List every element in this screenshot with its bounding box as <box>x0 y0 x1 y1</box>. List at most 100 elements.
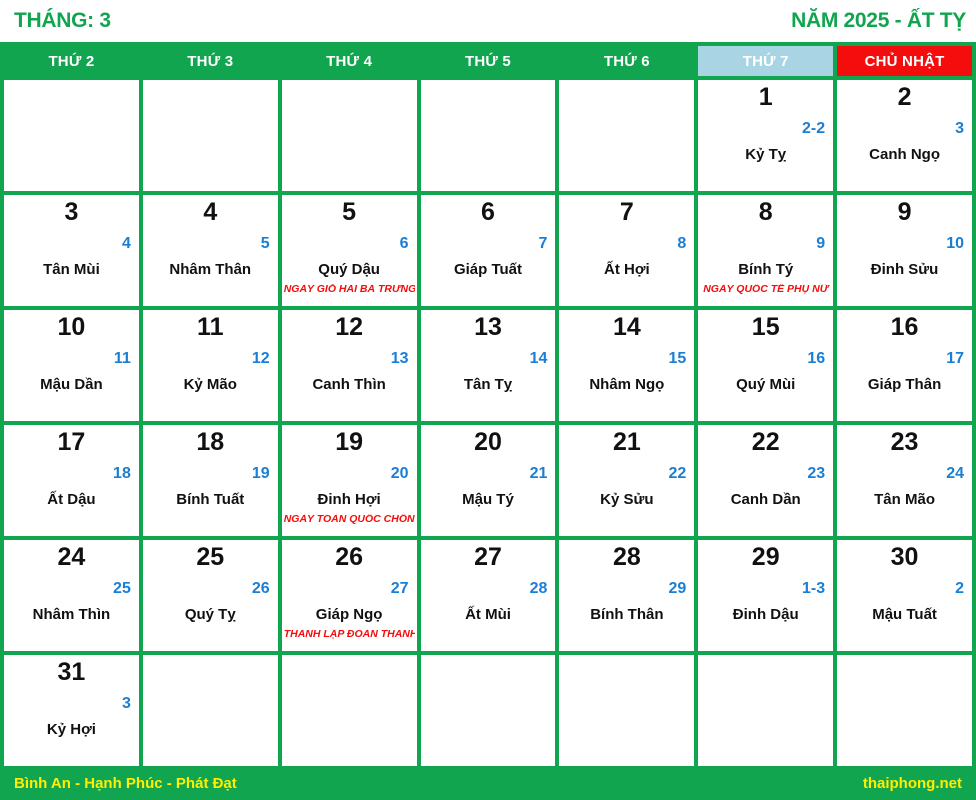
weekday-header-6: THỨ 7 <box>698 46 834 76</box>
day-cell-empty <box>4 80 139 191</box>
day-cell-27[interactable]: 27 28 Ất Mùi <box>420 540 556 651</box>
lunar-day-number: 8 <box>677 235 687 252</box>
lunar-day-number: 2 <box>955 580 964 597</box>
day-cell-29[interactable]: 29 1-3 Đinh Dậu <box>698 540 834 651</box>
solar-day-number: 17 <box>57 428 86 456</box>
day-cell-20[interactable]: 20 21 Mậu Tý <box>420 425 556 536</box>
can-chi-label: Đinh Sửu <box>870 261 939 278</box>
lunar-day-number: 28 <box>529 580 548 597</box>
day-cell-31[interactable]: 31 3 Kỷ Hợi <box>4 655 139 766</box>
day-cell-14[interactable]: 14 15 Nhâm Ngọ <box>559 310 695 421</box>
solar-day-number: 29 <box>751 543 780 571</box>
can-chi-label: Bính Thân <box>590 606 664 623</box>
solar-day-number: 23 <box>890 428 919 456</box>
solar-day-number: 31 <box>57 658 86 686</box>
lunar-day-number: 11 <box>113 350 131 367</box>
day-cell-16[interactable]: 16 17 Giáp Thân <box>837 310 972 421</box>
day-cell-empty <box>281 80 417 191</box>
day-cell-15[interactable]: 15 16 Quý Mùi <box>698 310 834 421</box>
solar-day-number: 5 <box>342 198 357 226</box>
day-cell-30[interactable]: 30 2 Mậu Tuất <box>837 540 972 651</box>
day-cell-10[interactable]: 10 11 Mậu Dần <box>4 310 139 421</box>
lunar-day-number: 24 <box>946 465 964 482</box>
lunar-day-number: 3 <box>955 120 964 137</box>
day-cell-empty <box>420 80 556 191</box>
can-chi-label: Ất Hợi <box>604 261 650 278</box>
day-cell-28[interactable]: 28 29 Bính Thân <box>559 540 695 651</box>
day-cell-9[interactable]: 9 10 Đinh Sửu <box>837 195 972 306</box>
can-chi-label: Canh Thìn <box>312 376 386 393</box>
day-cell-26[interactable]: 26 27 Giáp Ngọ THÀNH LẬP ĐOÀN THANH NIÊN <box>281 540 417 651</box>
lunar-day-number: 4 <box>121 235 131 252</box>
day-cell-empty <box>698 655 834 766</box>
day-cell-22[interactable]: 22 23 Canh Dần <box>698 425 834 536</box>
can-chi-label: Bính Tý <box>738 261 794 278</box>
can-chi-label: Ất Mùi <box>465 606 511 623</box>
solar-day-number: 9 <box>897 198 912 226</box>
solar-day-number: 10 <box>57 313 86 341</box>
solar-day-number: 18 <box>196 428 225 456</box>
year-title: NĂM 2025 - ẤT TỴ <box>791 9 966 32</box>
solar-day-number: 21 <box>612 428 641 456</box>
lunar-day-number: 29 <box>668 580 687 597</box>
can-chi-label: Tân Mùi <box>43 261 100 278</box>
day-cell-19[interactable]: 19 20 Đinh Hợi NGÀY TOÀN QUỐC CHỐNG MỸ <box>281 425 417 536</box>
solar-day-number: 8 <box>758 198 773 226</box>
day-cell-11[interactable]: 11 12 Kỷ Mão <box>142 310 278 421</box>
can-chi-label: Đinh Hợi <box>317 491 381 508</box>
solar-day-number: 11 <box>197 313 224 341</box>
solar-day-number: 16 <box>890 313 919 341</box>
solar-day-number: 25 <box>196 543 225 571</box>
day-cell-empty <box>281 655 417 766</box>
day-cell-8[interactable]: 8 9 Bính Tý NGÀY QUỐC TẾ PHỤ NỮ <box>698 195 834 306</box>
day-cell-6[interactable]: 6 7 Giáp Tuất <box>420 195 556 306</box>
can-chi-label: Kỷ Hợi <box>46 721 96 738</box>
lunar-day-number: 17 <box>946 350 964 367</box>
can-chi-label: Nhâm Thân <box>169 261 252 278</box>
solar-day-number: 22 <box>751 428 780 456</box>
weekday-header-2: THỨ 3 <box>142 46 278 76</box>
day-cell-21[interactable]: 21 22 Kỷ Sửu <box>559 425 695 536</box>
day-cell-5[interactable]: 5 6 Quý Dậu NGÀY GIỖ HAI BÀ TRƯNG <box>281 195 417 306</box>
lunar-day-number: 26 <box>251 580 270 597</box>
day-cell-1[interactable]: 1 2-2 Kỷ Tỵ <box>698 80 834 191</box>
can-chi-label: Nhâm Ngọ <box>589 376 665 393</box>
lunar-day-number: 3 <box>121 695 131 712</box>
solar-day-number: 2 <box>897 83 912 111</box>
lunar-day-number: 9 <box>816 235 826 252</box>
day-cell-18[interactable]: 18 19 Bính Tuất <box>142 425 278 536</box>
lunar-day-number: 22 <box>668 465 687 482</box>
day-cell-17[interactable]: 17 18 Ất Dậu <box>4 425 139 536</box>
lunar-day-number: 15 <box>668 350 687 367</box>
can-chi-label: Kỷ Sửu <box>600 491 654 508</box>
lunar-day-number: 16 <box>807 350 826 367</box>
solar-day-number: 24 <box>57 543 86 571</box>
day-cell-3[interactable]: 3 4 Tân Mùi <box>4 195 139 306</box>
solar-day-number: 12 <box>335 313 364 341</box>
day-cell-12[interactable]: 12 13 Canh Thìn <box>281 310 417 421</box>
can-chi-label: Quý Mùi <box>736 376 796 393</box>
day-cell-7[interactable]: 7 8 Ất Hợi <box>559 195 695 306</box>
weekday-header-3: THỨ 4 <box>281 46 417 76</box>
holiday-event-label: NGÀY QUỐC TẾ PHỤ NỮ <box>703 284 829 295</box>
day-cell-2[interactable]: 2 3 Canh Ngọ <box>837 80 972 191</box>
lunar-day-number: 13 <box>390 350 409 367</box>
lunar-day-number: 19 <box>251 465 270 482</box>
day-cell-24[interactable]: 24 25 Nhâm Thìn <box>4 540 139 651</box>
holiday-event-label: THÀNH LẬP ĐOÀN THANH NIÊN <box>283 629 415 640</box>
calendar-footer: Bình An - Hạnh Phúc - Phát Đạt thaiphong… <box>0 766 976 800</box>
can-chi-label: Tân Mão <box>874 491 935 508</box>
lunar-day-number: 7 <box>538 235 548 252</box>
day-cell-23[interactable]: 23 24 Tân Mão <box>837 425 972 536</box>
solar-day-number: 20 <box>474 428 502 456</box>
day-cell-13[interactable]: 13 14 Tân Tỵ <box>420 310 556 421</box>
holiday-event-label: NGÀY GIỖ HAI BÀ TRƯNG <box>283 284 415 295</box>
lunar-day-number: 25 <box>113 580 131 597</box>
footer-website[interactable]: thaiphong.net <box>863 775 962 792</box>
calendar-grid-frame: THỨ 2 THỨ 3 THỨ 4 THỨ 5 THỨ 6 THỨ 7 CHỦ NHẬT 1… <box>0 42 976 766</box>
day-cell-empty <box>559 655 695 766</box>
lunar-day-number: 18 <box>113 465 131 482</box>
day-cell-4[interactable]: 4 5 Nhâm Thân <box>142 195 278 306</box>
day-cell-25[interactable]: 25 26 Quý Tỵ <box>142 540 278 651</box>
lunar-day-number: 27 <box>390 580 409 597</box>
